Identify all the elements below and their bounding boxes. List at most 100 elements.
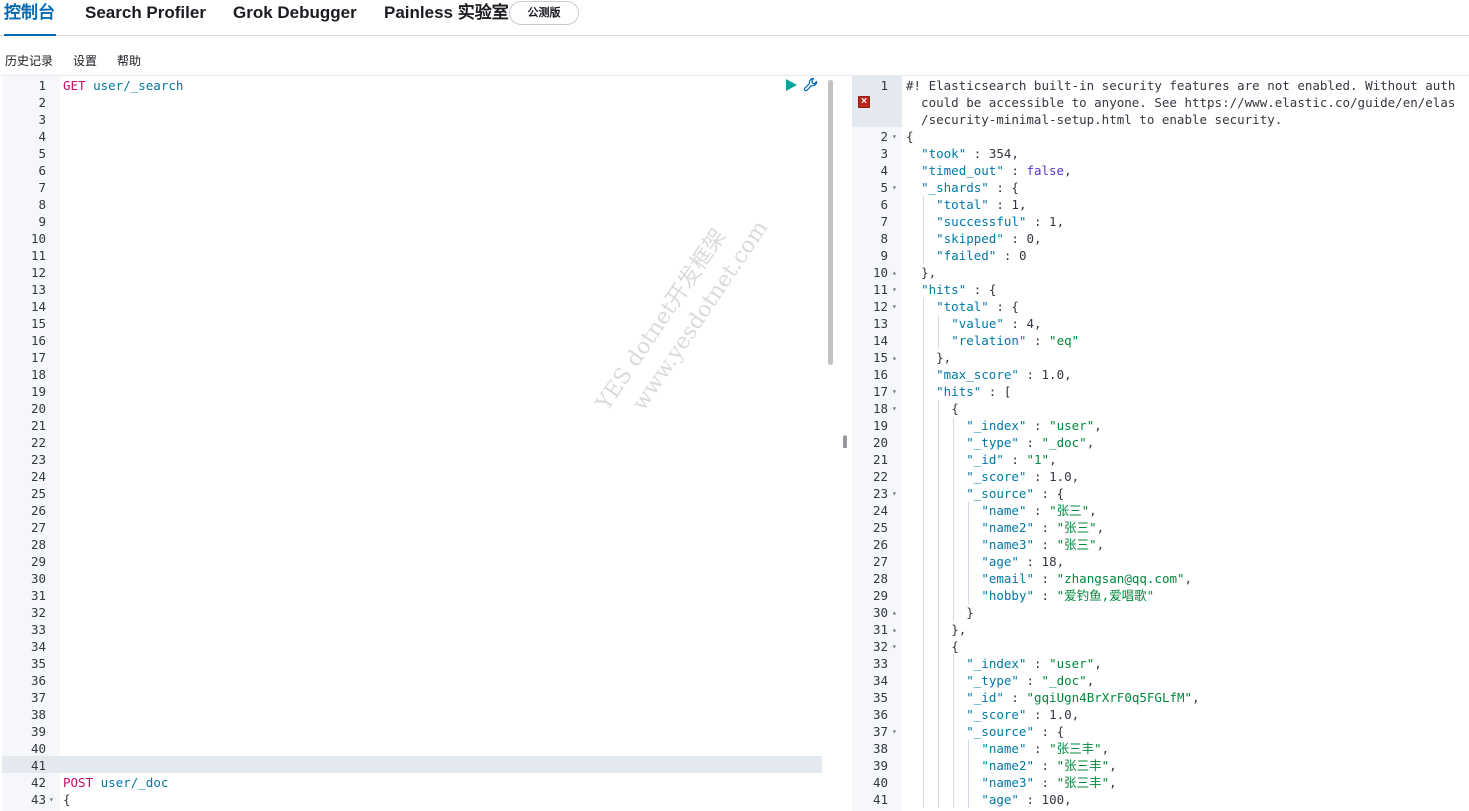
line-number: 6 (38, 163, 46, 178)
line-number: 15 (872, 350, 888, 365)
tab-painless-lab[interactable]: Painless 实验室 (384, 0, 509, 36)
response-code: "hobby" : "爱钓鱼,爱唱歌" (981, 588, 1155, 603)
history-link[interactable]: 历史记录 (5, 52, 53, 69)
wrench-icon[interactable] (803, 77, 819, 93)
response-code: "name" : "张三", (981, 503, 1097, 518)
response-code: "value" : 4, (951, 316, 1042, 331)
resize-handle[interactable]: ‖ (842, 434, 848, 448)
fold-toggle-icon[interactable]: ▾ (892, 128, 897, 145)
line-number: 27 (872, 554, 888, 569)
response-code: "_id" : "gqiUgn4BrXrF0q5FGLfM", (966, 690, 1200, 705)
indent-guide (968, 740, 970, 808)
line-number: 17 (30, 350, 46, 365)
line-number: 35 (872, 690, 888, 705)
fold-toggle-icon[interactable]: ▴ (892, 264, 897, 281)
tab-search-profiler[interactable]: Search Profiler (85, 0, 206, 36)
line-number: 40 (30, 741, 46, 756)
fold-toggle-icon[interactable]: ▾ (892, 638, 897, 655)
help-link[interactable]: 帮助 (117, 52, 141, 69)
line-number: 21 (30, 418, 46, 433)
line-number: 1 (38, 78, 46, 93)
response-code: "skipped" : 0, (936, 231, 1042, 246)
response-code: { (951, 639, 959, 654)
fold-toggle-icon[interactable]: ▾ (892, 400, 897, 417)
error-icon[interactable]: × (858, 96, 870, 108)
line-number: 9 (880, 248, 888, 263)
tab-console[interactable]: 控制台 (4, 0, 56, 36)
response-code: "_score" : 1.0, (966, 469, 1080, 484)
line-number: 8 (880, 231, 888, 246)
response-code: }, (951, 622, 967, 637)
request-scrollbar[interactable] (828, 80, 833, 365)
line-number: 28 (30, 537, 46, 552)
response-code: "name2" : "张三", (981, 520, 1105, 535)
line-number: 13 (30, 282, 46, 297)
fold-toggle-icon[interactable]: ▾ (892, 723, 897, 740)
fold-toggle-icon[interactable]: ▴ (892, 621, 897, 638)
line-number: 1 (880, 78, 888, 93)
response-code: "_index" : "user", (966, 418, 1102, 433)
response-code: "_index" : "user", (966, 656, 1102, 671)
fold-toggle-icon[interactable]: ▴ (892, 604, 897, 621)
line-number: 18 (872, 401, 888, 416)
line-number: 7 (880, 214, 888, 229)
tab-grok-debugger[interactable]: Grok Debugger (233, 0, 357, 36)
line-number: 43 (30, 792, 46, 807)
request-code: POST user/_doc (63, 775, 169, 790)
line-number: 30 (30, 571, 46, 586)
line-number: 27 (30, 520, 46, 535)
line-number: 42 (30, 775, 46, 790)
fold-toggle-icon[interactable]: ▾ (892, 298, 897, 315)
line-number: 14 (872, 333, 888, 348)
line-number: 24 (30, 469, 46, 484)
line-number: 13 (872, 316, 888, 331)
response-code: "_type" : "_doc", (966, 673, 1095, 688)
response-code: "successful" : 1, (936, 214, 1065, 229)
fold-toggle-icon[interactable]: ▾ (892, 179, 897, 196)
line-number: 22 (872, 469, 888, 484)
warning-text: could be accessible to anyone. See https… (906, 95, 1456, 110)
request-code: { (63, 792, 71, 807)
line-number: 39 (872, 758, 888, 773)
response-code: "_type" : "_doc", (966, 435, 1095, 450)
play-icon[interactable] (784, 78, 798, 92)
response-code: "age" : 18, (981, 554, 1065, 569)
line-number: 10 (30, 231, 46, 246)
line-number: 33 (30, 622, 46, 637)
line-number: 24 (872, 503, 888, 518)
response-code: "email" : "zhangsan@qq.com", (981, 571, 1193, 586)
line-number: 3 (38, 112, 46, 127)
line-number: 25 (30, 486, 46, 501)
request-editor[interactable]: 1 GET user/_search 2 3 4 5 6 7 8 9 10 11 12 13 14 15 16 1… (2, 76, 838, 811)
line-number: 5 (880, 180, 888, 195)
line-number: 23 (30, 452, 46, 467)
fold-toggle-icon[interactable]: ▾ (892, 383, 897, 400)
response-output: × 1 #! Elasticsearch built-in security fe… (852, 76, 1469, 811)
indent-guide (938, 315, 940, 349)
line-number: 38 (30, 707, 46, 722)
indent-guide (923, 196, 925, 264)
fold-toggle-icon[interactable]: ▾ (892, 281, 897, 298)
line-number: 19 (872, 418, 888, 433)
indent-guide (938, 400, 940, 808)
line-number: 38 (872, 741, 888, 756)
line-number: 11 (872, 282, 888, 297)
fold-toggle-icon[interactable]: ▾ (892, 485, 897, 502)
settings-link[interactable]: 设置 (73, 52, 97, 69)
response-code: "took" : 354, (921, 146, 1019, 161)
response-code: "_source" : { (966, 724, 1065, 739)
line-number: 37 (872, 724, 888, 739)
fold-toggle-icon[interactable]: ▴ (892, 349, 897, 366)
fold-toggle-icon[interactable]: ▾ (49, 791, 54, 808)
line-number: 33 (872, 656, 888, 671)
line-number: 3 (880, 146, 888, 161)
response-code: } (966, 605, 974, 620)
request-code: GET user/_search (63, 78, 184, 93)
indent-guide (968, 502, 970, 604)
line-number: 26 (30, 503, 46, 518)
response-code: }, (936, 350, 952, 365)
line-number: 32 (872, 639, 888, 654)
line-number: 11 (30, 248, 46, 263)
line-number: 6 (880, 197, 888, 212)
beta-badge: 公测版 (509, 1, 579, 25)
